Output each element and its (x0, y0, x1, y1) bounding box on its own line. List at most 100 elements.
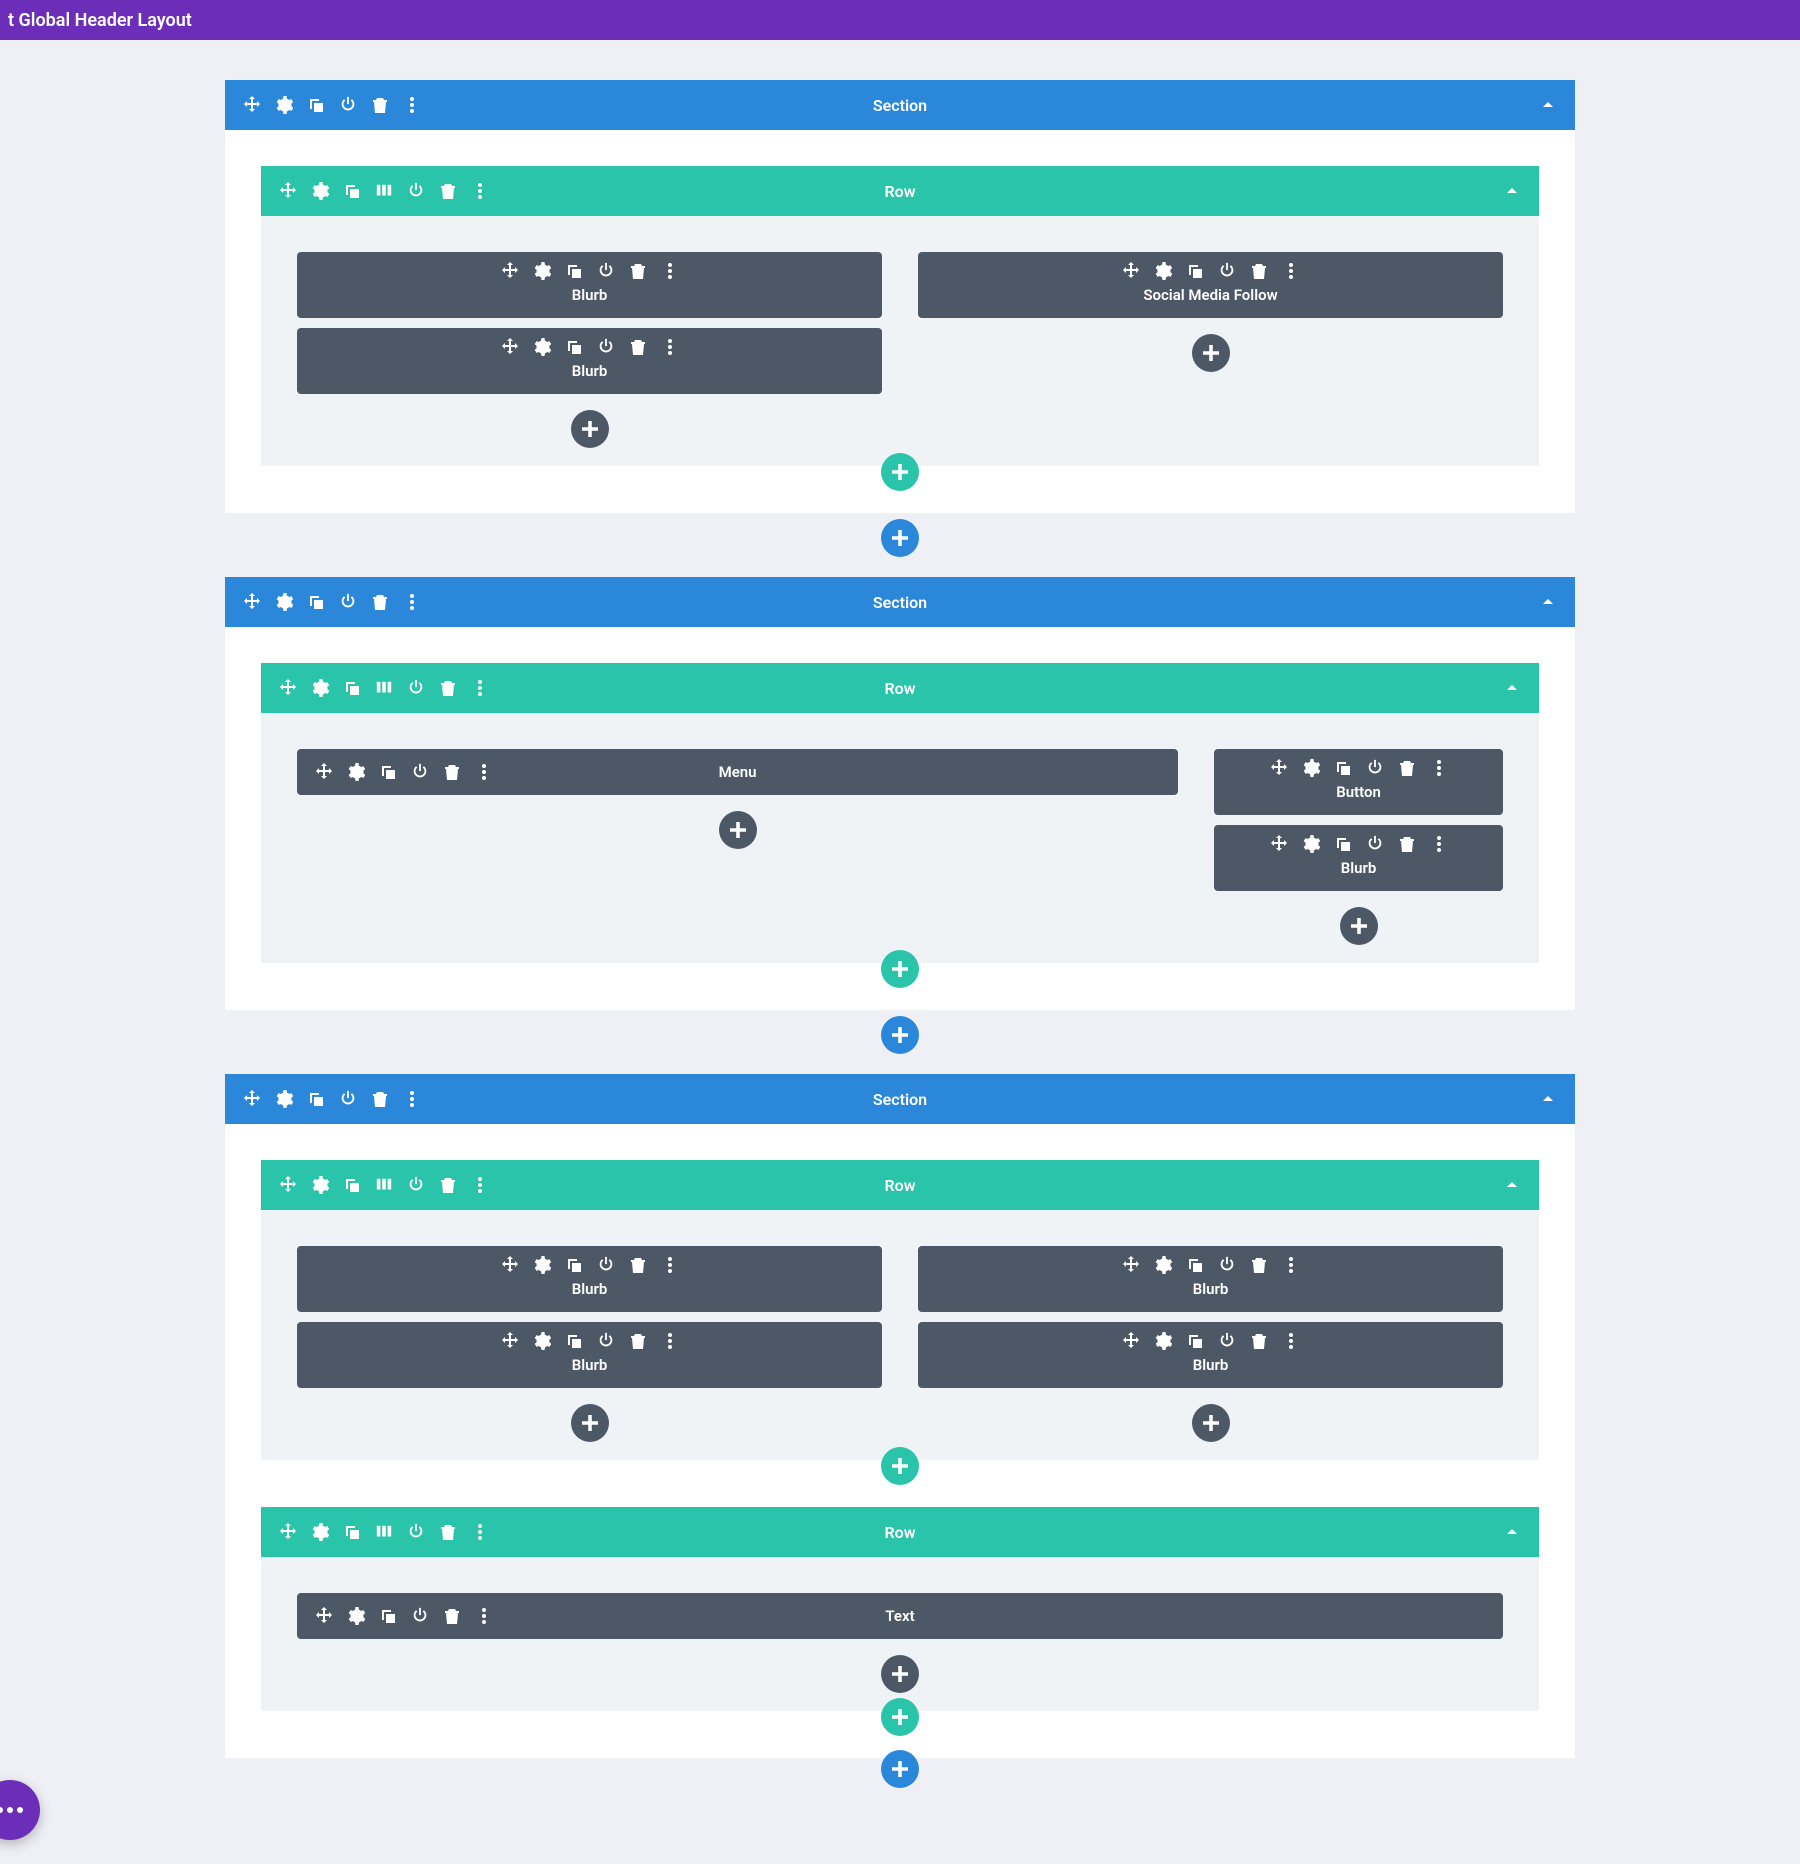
chevron-up-icon[interactable] (1503, 1176, 1521, 1194)
gear-icon[interactable] (1154, 1332, 1172, 1350)
power-icon[interactable] (597, 262, 615, 280)
more-icon[interactable] (471, 679, 489, 697)
power-icon[interactable] (407, 1176, 425, 1194)
move-icon[interactable] (1122, 1256, 1140, 1274)
trash-icon[interactable] (371, 96, 389, 114)
columns-icon[interactable] (375, 679, 393, 697)
trash-icon[interactable] (443, 1607, 461, 1625)
add-module-button[interactable] (571, 410, 609, 448)
duplicate-icon[interactable] (307, 593, 325, 611)
section-header[interactable]: Section (225, 1074, 1575, 1124)
move-icon[interactable] (315, 1607, 333, 1625)
chevron-up-icon[interactable] (1539, 1090, 1557, 1108)
add-row-button[interactable] (881, 950, 919, 988)
add-row-button[interactable] (881, 1447, 919, 1485)
trash-icon[interactable] (629, 1332, 647, 1350)
power-icon[interactable] (597, 1256, 615, 1274)
add-module-button[interactable] (571, 1404, 609, 1442)
move-icon[interactable] (315, 763, 333, 781)
move-icon[interactable] (243, 593, 261, 611)
duplicate-icon[interactable] (565, 262, 583, 280)
gear-icon[interactable] (1154, 262, 1172, 280)
add-module-button[interactable] (1192, 1404, 1230, 1442)
module-blurb[interactable]: Blurb (297, 252, 882, 318)
duplicate-icon[interactable] (1334, 759, 1352, 777)
columns-icon[interactable] (375, 1176, 393, 1194)
power-icon[interactable] (1218, 1332, 1236, 1350)
module-blurb[interactable]: Blurb (297, 1246, 882, 1312)
move-icon[interactable] (501, 338, 519, 356)
move-icon[interactable] (501, 262, 519, 280)
trash-icon[interactable] (629, 338, 647, 356)
gear-icon[interactable] (1302, 759, 1320, 777)
trash-icon[interactable] (1250, 1256, 1268, 1274)
gear-icon[interactable] (533, 1332, 551, 1350)
duplicate-icon[interactable] (379, 763, 397, 781)
gear-icon[interactable] (533, 1256, 551, 1274)
trash-icon[interactable] (371, 1090, 389, 1108)
more-icon[interactable] (661, 262, 679, 280)
power-icon[interactable] (411, 1607, 429, 1625)
move-icon[interactable] (1270, 759, 1288, 777)
columns-icon[interactable] (375, 182, 393, 200)
duplicate-icon[interactable] (343, 1523, 361, 1541)
module-text[interactable]: Text (297, 1593, 1503, 1639)
gear-icon[interactable] (275, 1090, 293, 1108)
power-icon[interactable] (407, 182, 425, 200)
chevron-up-icon[interactable] (1503, 182, 1521, 200)
trash-icon[interactable] (439, 679, 457, 697)
move-icon[interactable] (1270, 835, 1288, 853)
trash-icon[interactable] (1250, 262, 1268, 280)
power-icon[interactable] (407, 1523, 425, 1541)
duplicate-icon[interactable] (1334, 835, 1352, 853)
gear-icon[interactable] (275, 96, 293, 114)
duplicate-icon[interactable] (343, 679, 361, 697)
add-section-button[interactable] (881, 1016, 919, 1054)
more-icon[interactable] (1430, 835, 1448, 853)
gear-icon[interactable] (311, 679, 329, 697)
more-icon[interactable] (471, 1523, 489, 1541)
add-module-button[interactable] (1192, 334, 1230, 372)
trash-icon[interactable] (443, 763, 461, 781)
trash-icon[interactable] (439, 1523, 457, 1541)
gear-icon[interactable] (1302, 835, 1320, 853)
module-menu[interactable]: Menu (297, 749, 1178, 795)
add-row-button[interactable] (881, 1698, 919, 1736)
row-header[interactable]: Row (261, 1160, 1539, 1210)
power-icon[interactable] (1366, 759, 1384, 777)
add-module-button[interactable] (1340, 907, 1378, 945)
more-icon[interactable] (471, 182, 489, 200)
power-icon[interactable] (339, 593, 357, 611)
chevron-up-icon[interactable] (1539, 96, 1557, 114)
gear-icon[interactable] (311, 182, 329, 200)
more-icon[interactable] (475, 763, 493, 781)
power-icon[interactable] (597, 1332, 615, 1350)
section-header[interactable]: Section (225, 80, 1575, 130)
duplicate-icon[interactable] (1186, 262, 1204, 280)
gear-icon[interactable] (347, 1607, 365, 1625)
power-icon[interactable] (1366, 835, 1384, 853)
move-icon[interactable] (279, 182, 297, 200)
trash-icon[interactable] (1398, 759, 1416, 777)
module-blurb[interactable]: Blurb (297, 1322, 882, 1388)
duplicate-icon[interactable] (565, 338, 583, 356)
power-icon[interactable] (339, 96, 357, 114)
trash-icon[interactable] (1398, 835, 1416, 853)
chevron-up-icon[interactable] (1503, 679, 1521, 697)
power-icon[interactable] (339, 1090, 357, 1108)
more-icon[interactable] (1282, 1332, 1300, 1350)
add-module-button[interactable] (881, 1655, 919, 1693)
more-icon[interactable] (1282, 262, 1300, 280)
more-icon[interactable] (661, 1256, 679, 1274)
module-blurb[interactable]: Blurb (918, 1322, 1503, 1388)
move-icon[interactable] (279, 1523, 297, 1541)
move-icon[interactable] (501, 1332, 519, 1350)
more-icon[interactable] (661, 338, 679, 356)
module-blurb[interactable]: Blurb (297, 328, 882, 394)
trash-icon[interactable] (371, 593, 389, 611)
duplicate-icon[interactable] (379, 1607, 397, 1625)
trash-icon[interactable] (629, 262, 647, 280)
more-icon[interactable] (471, 1176, 489, 1194)
module-social-follow[interactable]: Social Media Follow (918, 252, 1503, 318)
gear-icon[interactable] (311, 1523, 329, 1541)
